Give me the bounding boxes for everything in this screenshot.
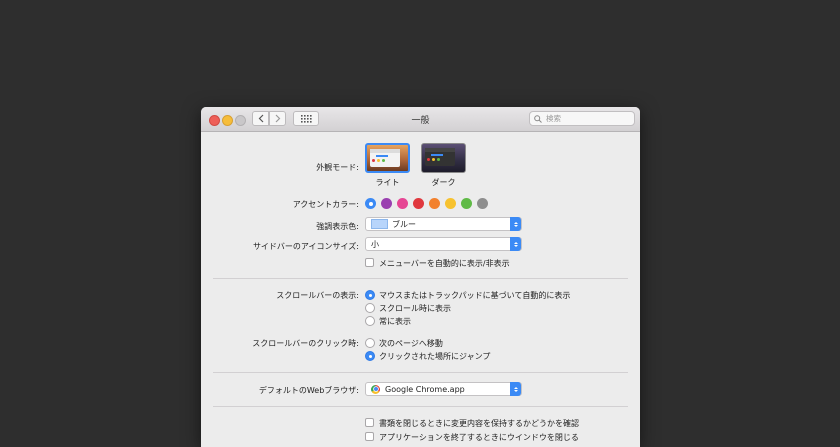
title-bar: 一般 検索: [201, 107, 640, 132]
popup-arrows-icon: [510, 217, 521, 231]
section-divider: [213, 406, 628, 407]
general-pane: 外観モード: ライト ダーク アクセントカラー: 強調表示色: ブルー サイドバ…: [201, 132, 640, 447]
scrollbars-auto-radio[interactable]: [365, 290, 375, 300]
accent-swatch-red[interactable]: [413, 198, 424, 209]
scrollbars-always-label: 常に表示: [379, 317, 411, 326]
appearance-dark-thumbnail[interactable]: [421, 143, 466, 173]
click-next-page-radio[interactable]: [365, 338, 375, 348]
default-browser-popup[interactable]: Google Chrome.app: [365, 382, 522, 396]
menubar-autohide-checkbox[interactable]: [365, 258, 374, 267]
scrollbars-auto-label: マウスまたはトラックパッドに基づいて自動的に表示: [379, 291, 571, 300]
default-browser-value: Google Chrome.app: [385, 384, 465, 394]
accent-swatch-yellow[interactable]: [445, 198, 456, 209]
search-field[interactable]: 検索: [529, 111, 635, 126]
click-scrollbar-label: スクロールバーのクリック時:: [252, 339, 359, 348]
scrollbars-when-scrolling-label: スクロール時に表示: [379, 304, 451, 313]
appearance-light-label: ライト: [375, 178, 400, 187]
scrollbars-always-radio[interactable]: [365, 316, 375, 326]
close-windows-label: アプリケーションを終了するときにウインドウを閉じる: [379, 433, 579, 442]
sidebar-icon-size-label: サイドバーのアイコンサイズ:: [252, 242, 359, 251]
highlight-swatch: [371, 219, 388, 229]
chrome-icon: [371, 384, 380, 394]
sidebar-icon-size-value: 小: [371, 239, 379, 249]
scrollbars-when-scrolling-radio[interactable]: [365, 303, 375, 313]
accent-swatch-pink[interactable]: [397, 198, 408, 209]
sidebar-icon-size-popup[interactable]: 小: [365, 237, 522, 251]
accent-swatch-purple[interactable]: [381, 198, 392, 209]
accent-swatch-graphite[interactable]: [477, 198, 488, 209]
accent-color-label: アクセントカラー:: [292, 200, 359, 209]
appearance-light-thumbnail[interactable]: [365, 143, 410, 173]
menubar-autohide-label: メニューバーを自動的に表示/非表示: [379, 259, 510, 268]
appearance-dark-label: ダーク: [431, 178, 456, 187]
section-divider: [213, 372, 628, 373]
ask-keep-changes-label: 書類を閉じるときに変更内容を保持するかどうかを確認: [379, 419, 579, 428]
accent-swatch-orange[interactable]: [429, 198, 440, 209]
search-placeholder: 検索: [546, 114, 561, 123]
click-jump-radio[interactable]: [365, 351, 375, 361]
popup-arrows-icon: [510, 237, 521, 251]
search-icon: [534, 114, 542, 123]
show-scrollbars-label: スクロールバーの表示:: [276, 291, 359, 300]
default-browser-label: デフォルトのWebブラウザ:: [258, 386, 359, 395]
click-jump-label: クリックされた場所にジャンプ: [379, 352, 491, 361]
highlight-color-popup[interactable]: ブルー: [365, 217, 522, 231]
accent-swatch-green[interactable]: [461, 198, 472, 209]
popup-arrows-icon: [510, 382, 521, 396]
appearance-label: 外観モード:: [316, 163, 359, 172]
section-divider: [213, 278, 628, 279]
highlight-color-value: ブルー: [392, 219, 416, 229]
preferences-window: 一般 検索 外観モード: ライト ダーク アクセントカラー: 強調表示色: ブル…: [201, 107, 640, 447]
click-next-page-label: 次のページへ移動: [379, 339, 443, 348]
highlight-color-label: 強調表示色:: [316, 222, 359, 231]
ask-keep-changes-checkbox[interactable]: [365, 418, 374, 427]
accent-swatch-blue[interactable]: [365, 198, 376, 209]
